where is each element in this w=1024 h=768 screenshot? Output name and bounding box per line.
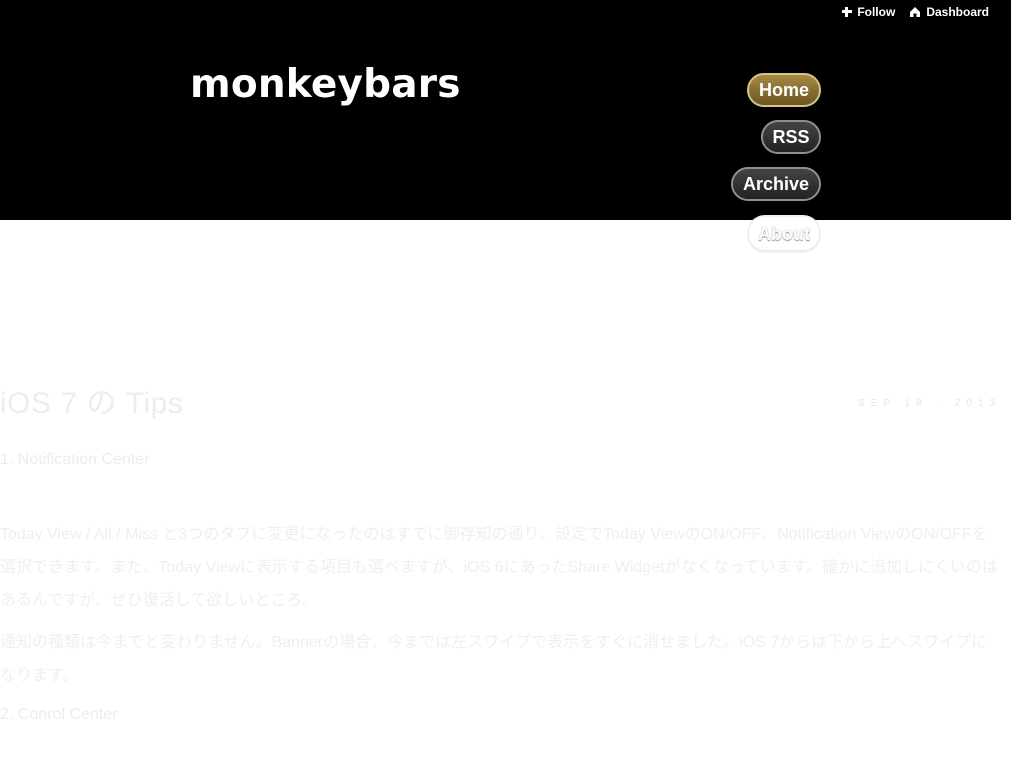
- blog-header: Follow Dashboard monkeybars: [0, 0, 1011, 220]
- home-icon: [909, 6, 921, 18]
- nav-archive-button[interactable]: Archive: [731, 167, 821, 201]
- paragraph-banner-swipe: 通知の種類は今までと変わりません。Bannerの場合、今までは左スワイプで表示を…: [0, 634, 988, 684]
- top-controls: Follow Dashboard: [842, 5, 989, 19]
- section-heading-control-center: 2. Conrol Center: [0, 706, 118, 723]
- nav-home-button[interactable]: Home: [747, 73, 821, 107]
- section-heading-notification-center: 1. Notification Center: [0, 451, 150, 468]
- plus-icon: [842, 7, 853, 17]
- post-meta: SEP 18 · 2013: [858, 398, 1001, 409]
- site-title[interactable]: monkeybars: [190, 62, 461, 107]
- page: Follow Dashboard monkeybars Home RSS Arc…: [0, 0, 1024, 768]
- follow-button[interactable]: Follow: [842, 5, 895, 19]
- paragraph-notification-center: Today View / All / Miss と3つのタブに変更になったのはす…: [0, 526, 998, 609]
- follow-label: Follow: [857, 5, 896, 19]
- main-navigation: Home RSS Archive About: [701, 73, 821, 263]
- dashboard-label: Dashboard: [926, 5, 989, 19]
- nav-about-button[interactable]: About: [747, 215, 821, 253]
- dashboard-button[interactable]: Dashboard: [909, 5, 989, 19]
- post-title[interactable]: iOS 7 の Tips: [0, 378, 183, 422]
- nav-rss-button[interactable]: RSS: [761, 120, 821, 154]
